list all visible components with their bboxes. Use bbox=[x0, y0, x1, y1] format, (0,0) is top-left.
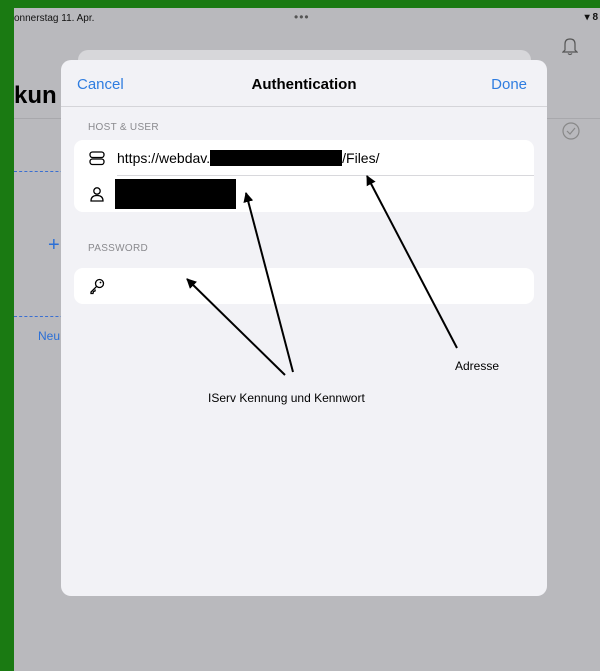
annotation-arrows bbox=[186, 175, 458, 376]
password-arrow bbox=[186, 278, 286, 376]
address-arrow bbox=[366, 175, 458, 349]
username-arrow bbox=[243, 192, 294, 373]
credentials-annotation: IServ Kennung und Kennwort bbox=[208, 391, 365, 405]
address-annotation: Adresse bbox=[455, 359, 500, 373]
